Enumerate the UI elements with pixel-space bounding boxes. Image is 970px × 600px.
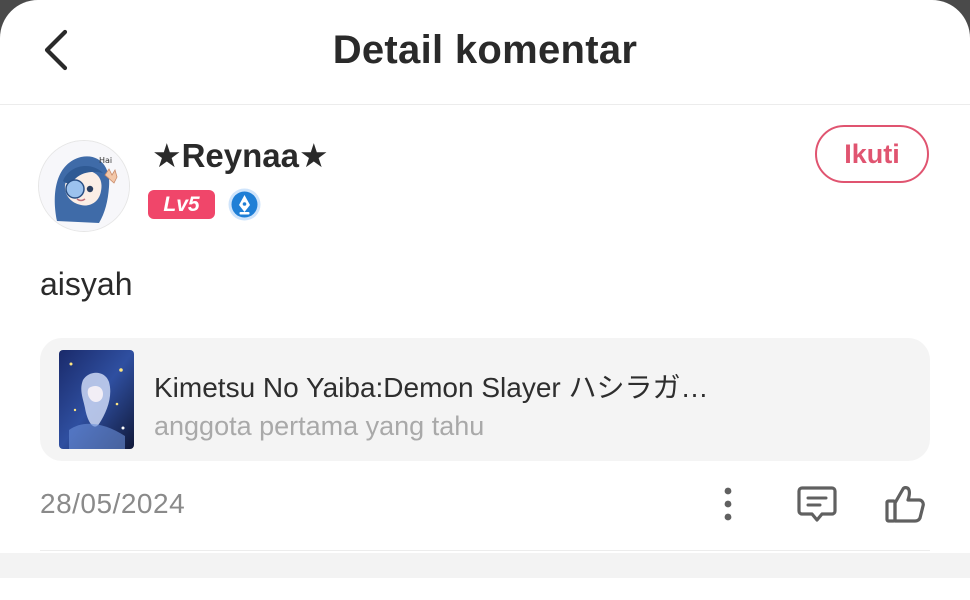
more-vertical-icon: [724, 487, 732, 521]
thumbs-up-icon: [885, 486, 925, 523]
book-subtitle: anggota pertama yang tahu: [154, 411, 485, 441]
top-bar: Detail komentar: [0, 0, 970, 105]
like-button[interactable]: [880, 480, 930, 528]
comment-icon: [797, 486, 837, 522]
book-card[interactable]: Kimetsu No Yaiba:Demon Slayer ハシラガ… angg…: [40, 338, 930, 461]
divider: [40, 550, 930, 551]
more-options-button[interactable]: [703, 480, 753, 528]
book-title: Kimetsu No Yaiba:Demon Slayer ハシラガ…: [154, 372, 709, 403]
level-badge: Lv5: [148, 190, 215, 219]
book-cover: [59, 350, 134, 449]
comment-detail-screen: Detail komentar Hai ★Reynaa★ Lv5 Ikuti a…: [0, 0, 970, 600]
page-title: Detail komentar: [332, 28, 638, 72]
pen-nib-icon: [228, 188, 261, 221]
section-separator: [0, 553, 970, 578]
comment-text: aisyah: [40, 266, 133, 302]
follow-button[interactable]: Ikuti: [815, 125, 929, 183]
comment-date: 28/05/2024: [40, 488, 186, 519]
reply-button[interactable]: [792, 480, 842, 528]
svg-text:Hai: Hai: [99, 156, 112, 165]
avatar-image: Hai: [39, 141, 129, 231]
username[interactable]: ★Reynaa★: [152, 136, 329, 175]
avatar[interactable]: Hai: [38, 140, 130, 232]
